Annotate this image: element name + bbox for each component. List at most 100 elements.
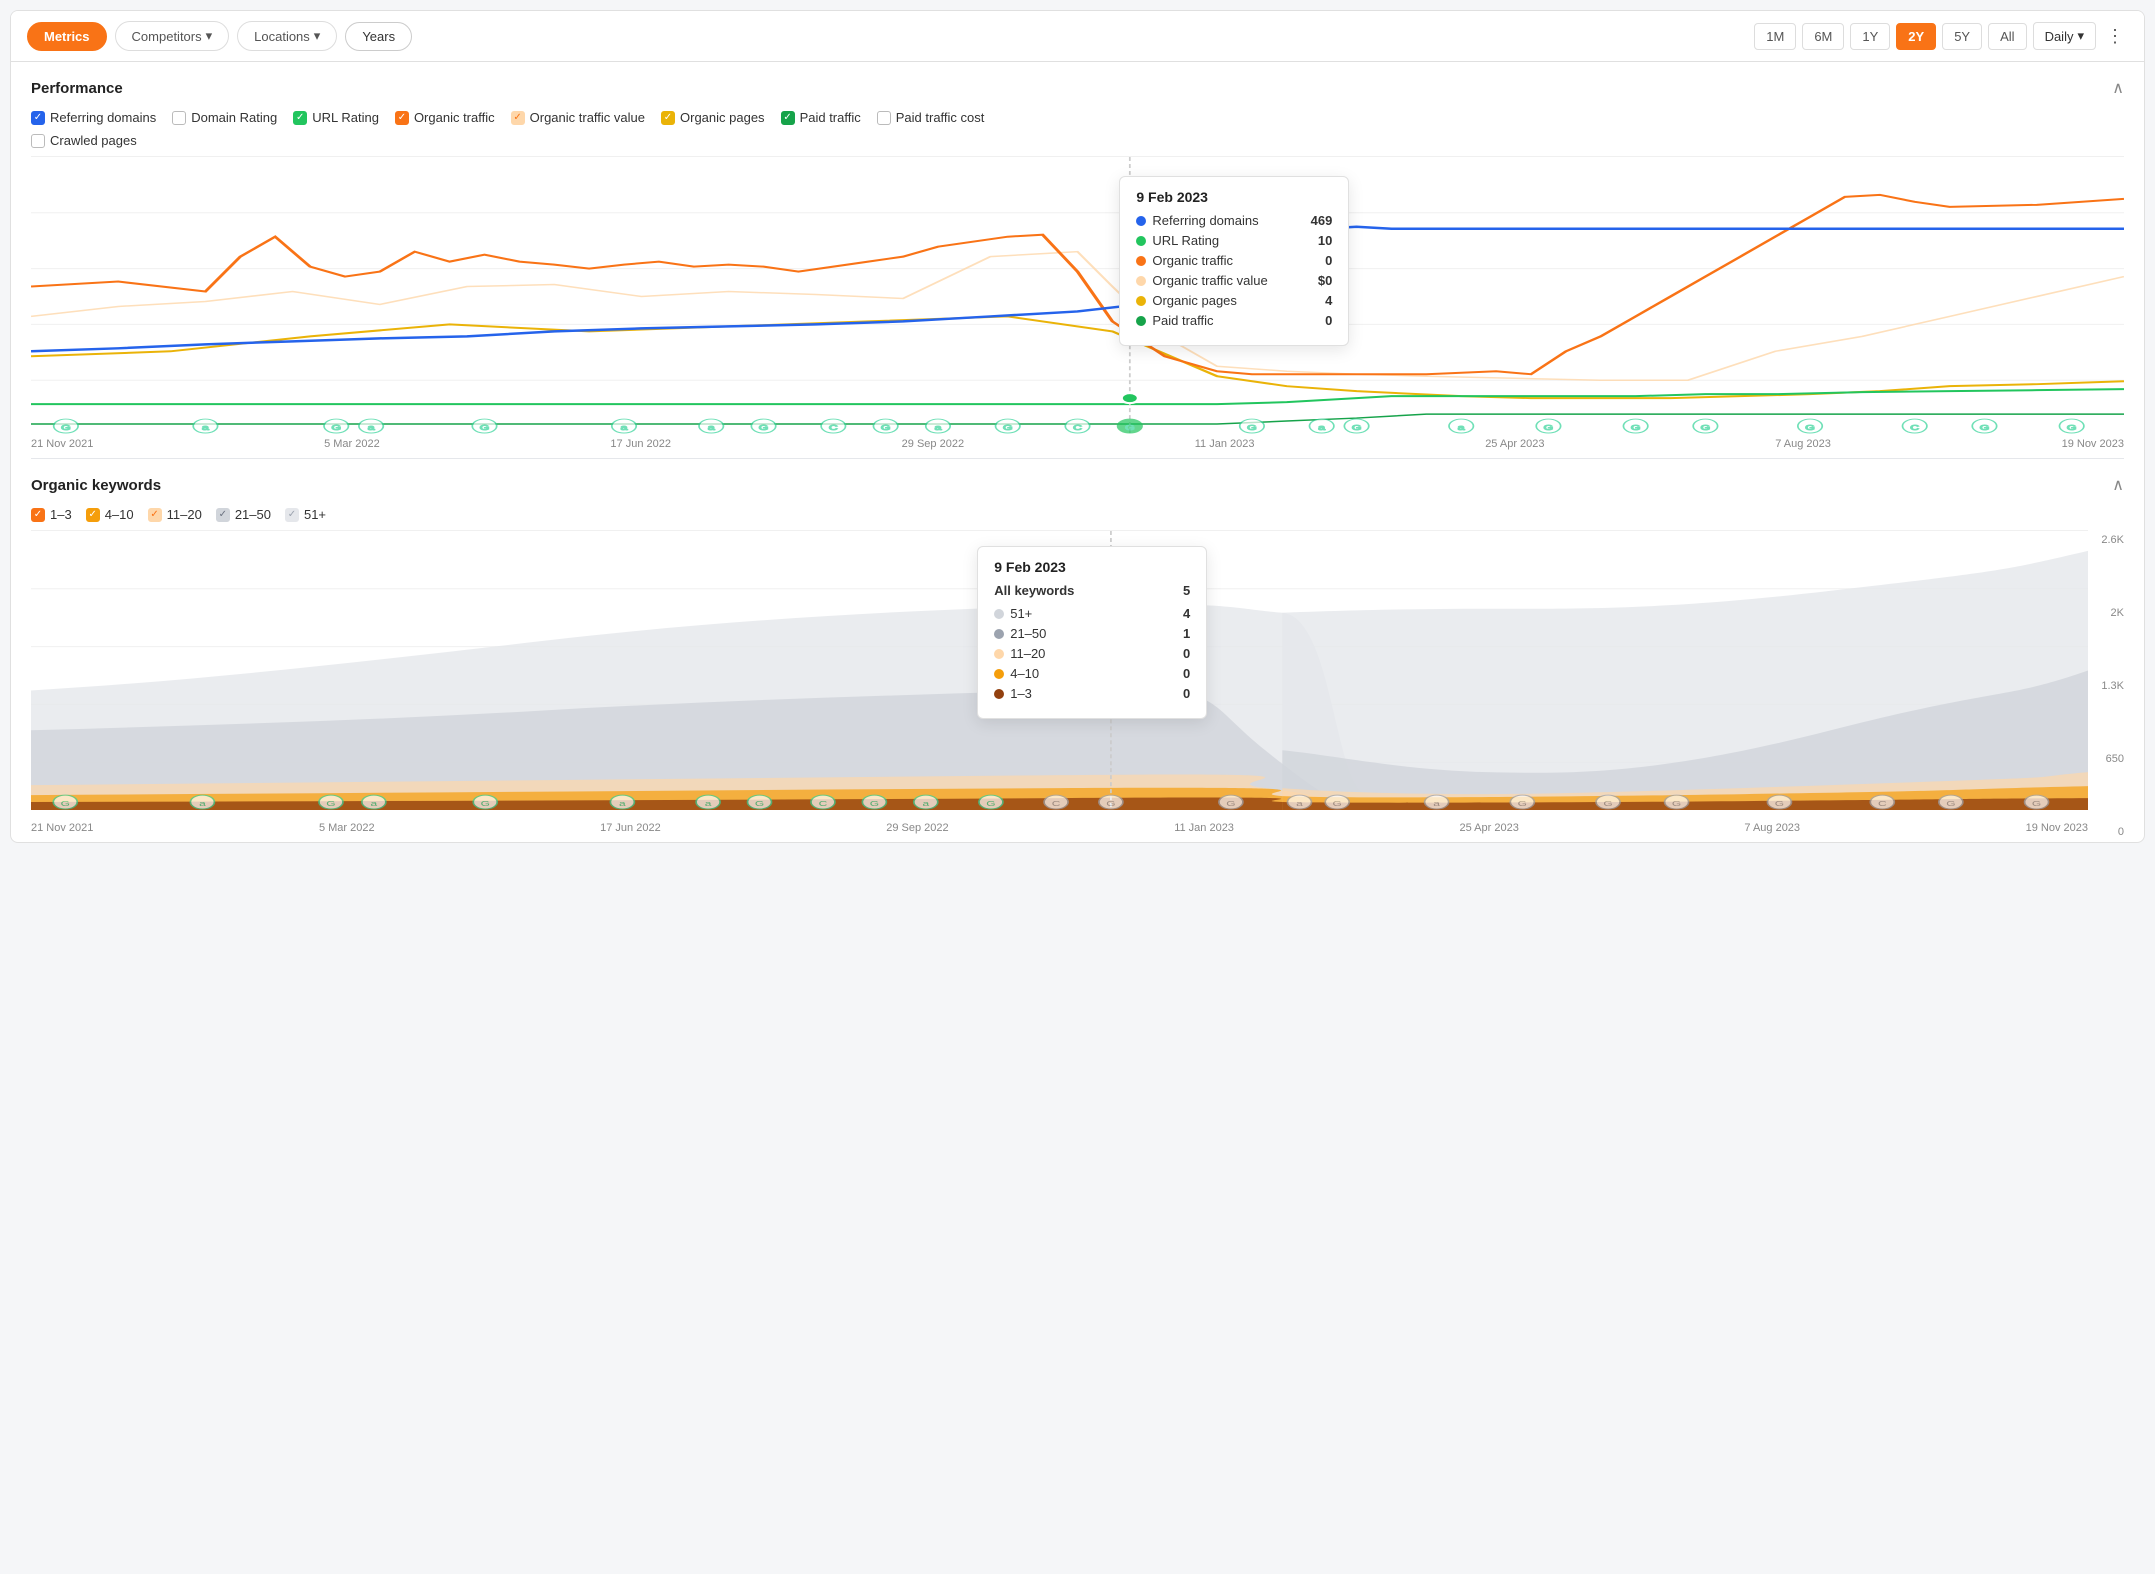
svg-text:G: G — [1352, 424, 1361, 432]
kw-tooltip-row-4: 1–3 0 — [994, 686, 1190, 701]
dot-11-20 — [994, 649, 1004, 659]
kw-range-1-3[interactable]: ✓ 1–3 — [31, 507, 72, 522]
kw-cb-1-3: ✓ — [31, 508, 45, 522]
organic-keywords-header: Organic keywords ∧ — [31, 475, 2124, 495]
kw-y-axis: 2.6K 2K 1.3K 650 0 — [2088, 530, 2124, 842]
cb-crawled-pages — [31, 134, 45, 148]
time-2y-button[interactable]: 2Y — [1896, 23, 1936, 50]
kw-tooltip-all: All keywords 5 — [994, 583, 1190, 598]
svg-text:G: G — [1003, 424, 1012, 432]
nav-competitors-button[interactable]: Competitors ▾ — [115, 21, 230, 51]
organic-keywords-collapse-button[interactable]: ∧ — [2112, 475, 2124, 495]
chevron-down-icon: ▾ — [206, 28, 213, 44]
dot-organic-pages — [1136, 296, 1146, 306]
tooltip-date: 9 Feb 2023 — [1136, 189, 1332, 205]
dot-paid-traffic — [1136, 316, 1146, 326]
svg-text:G: G — [1106, 800, 1115, 808]
svg-text:C: C — [1073, 424, 1082, 432]
svg-text:G: G — [1603, 800, 1612, 808]
dot-4-10 — [994, 669, 1004, 679]
page-wrapper: Metrics Competitors ▾ Locations ▾ Years … — [10, 10, 2145, 843]
svg-text:C: C — [819, 800, 828, 808]
nav-locations-button[interactable]: Locations ▾ — [237, 21, 337, 51]
daily-button[interactable]: Daily ▾ — [2033, 22, 2096, 50]
svg-text:G: G — [331, 424, 340, 432]
tooltip-row-4: Organic pages 4 — [1136, 293, 1332, 308]
metric-url-rating[interactable]: ✓ URL Rating — [293, 110, 379, 125]
metric-organic-pages[interactable]: ✓ Organic pages — [661, 110, 765, 125]
performance-chart-area: G a G a G a a G — [31, 156, 2124, 458]
time-5y-button[interactable]: 5Y — [1942, 23, 1982, 50]
metric-crawled-pages[interactable]: Crawled pages — [31, 133, 137, 148]
metric-paid-traffic-cost[interactable]: Paid traffic cost — [877, 110, 985, 125]
svg-text:G: G — [1226, 800, 1235, 808]
organic-keywords-section: Organic keywords ∧ ✓ 1–3 ✓ 4–10 ✓ 11–20 … — [11, 459, 2144, 842]
svg-text:G: G — [870, 800, 879, 808]
svg-text:G: G — [986, 800, 995, 808]
metric-organic-traffic-value[interactable]: ✓ Organic traffic value — [511, 110, 645, 125]
svg-text:a: a — [202, 424, 209, 432]
svg-text:a: a — [1458, 424, 1465, 432]
nav-years-button[interactable]: Years — [345, 22, 412, 51]
nav-metrics-button[interactable]: Metrics — [27, 22, 107, 51]
metric-paid-traffic[interactable]: ✓ Paid traffic — [781, 110, 861, 125]
kw-cb-11-20: ✓ — [148, 508, 162, 522]
kw-range-4-10[interactable]: ✓ 4–10 — [86, 507, 134, 522]
svg-text:G: G — [881, 424, 890, 432]
performance-collapse-button[interactable]: ∧ — [2112, 78, 2124, 98]
svg-text:a: a — [619, 800, 626, 808]
dot-url-rating — [1136, 236, 1146, 246]
metrics-row-2: Crawled pages — [31, 133, 2124, 148]
kw-range-11-20[interactable]: ✓ 11–20 — [148, 507, 202, 522]
kw-tooltip-row-0: 51+ 4 — [994, 606, 1190, 621]
organic-keywords-title: Organic keywords — [31, 477, 161, 494]
time-6m-button[interactable]: 6M — [1802, 23, 1844, 50]
svg-text:G: G — [1333, 800, 1342, 808]
performance-chart-svg: G a G a G a a G — [31, 156, 2124, 436]
svg-text:G: G — [1631, 424, 1640, 432]
svg-text:G: G — [759, 424, 768, 432]
svg-text:G: G — [1775, 800, 1784, 808]
time-all-button[interactable]: All — [1988, 23, 2026, 50]
dot-1-3 — [994, 689, 1004, 699]
svg-text:G: G — [1125, 424, 1134, 432]
kw-range-21-50[interactable]: ✓ 21–50 — [216, 507, 271, 522]
svg-text:G: G — [1805, 424, 1814, 432]
cb-paid-traffic: ✓ — [781, 111, 795, 125]
cb-organic-pages: ✓ — [661, 111, 675, 125]
time-1y-button[interactable]: 1Y — [1850, 23, 1890, 50]
svg-text:a: a — [922, 800, 929, 808]
kw-cb-51plus: ✓ — [285, 508, 299, 522]
kw-range-51plus[interactable]: ✓ 51+ — [285, 507, 326, 522]
performance-section: Performance ∧ ✓ Referring domains Domain… — [11, 62, 2144, 458]
svg-text:G: G — [61, 800, 70, 808]
nav-left: Metrics Competitors ▾ Locations ▾ Years — [27, 21, 412, 51]
svg-text:G: G — [1701, 424, 1710, 432]
dot-organic-traffic-value — [1136, 276, 1146, 286]
dot-organic-traffic — [1136, 256, 1146, 266]
svg-text:C: C — [1052, 800, 1061, 808]
nav-right: 1M 6M 1Y 2Y 5Y All Daily ▾ ⋮ — [1754, 22, 2128, 51]
cb-organic-traffic-value: ✓ — [511, 111, 525, 125]
svg-text:G: G — [326, 800, 335, 808]
svg-text:G: G — [755, 800, 764, 808]
metric-organic-traffic[interactable]: ✓ Organic traffic — [395, 110, 495, 125]
cb-url-rating: ✓ — [293, 111, 307, 125]
performance-tooltip: 9 Feb 2023 Referring domains 469 URL Rat… — [1119, 176, 1349, 346]
svg-text:a: a — [1318, 424, 1325, 432]
cb-referring-domains: ✓ — [31, 111, 45, 125]
svg-text:a: a — [370, 800, 377, 808]
performance-x-axis: 21 Nov 2021 5 Mar 2022 17 Jun 2022 29 Se… — [31, 436, 2124, 458]
more-options-button[interactable]: ⋮ — [2102, 22, 2128, 51]
svg-text:G: G — [2032, 800, 2041, 808]
time-1m-button[interactable]: 1M — [1754, 23, 1796, 50]
svg-text:a: a — [705, 800, 712, 808]
svg-text:G: G — [1980, 424, 1989, 432]
chevron-down-icon: ▾ — [314, 28, 321, 44]
metric-referring-domains[interactable]: ✓ Referring domains — [31, 110, 156, 125]
tooltip-row-2: Organic traffic 0 — [1136, 253, 1332, 268]
svg-text:G: G — [1247, 424, 1256, 432]
svg-text:G: G — [2067, 424, 2076, 432]
metric-domain-rating[interactable]: Domain Rating — [172, 110, 277, 125]
svg-text:G: G — [481, 800, 490, 808]
